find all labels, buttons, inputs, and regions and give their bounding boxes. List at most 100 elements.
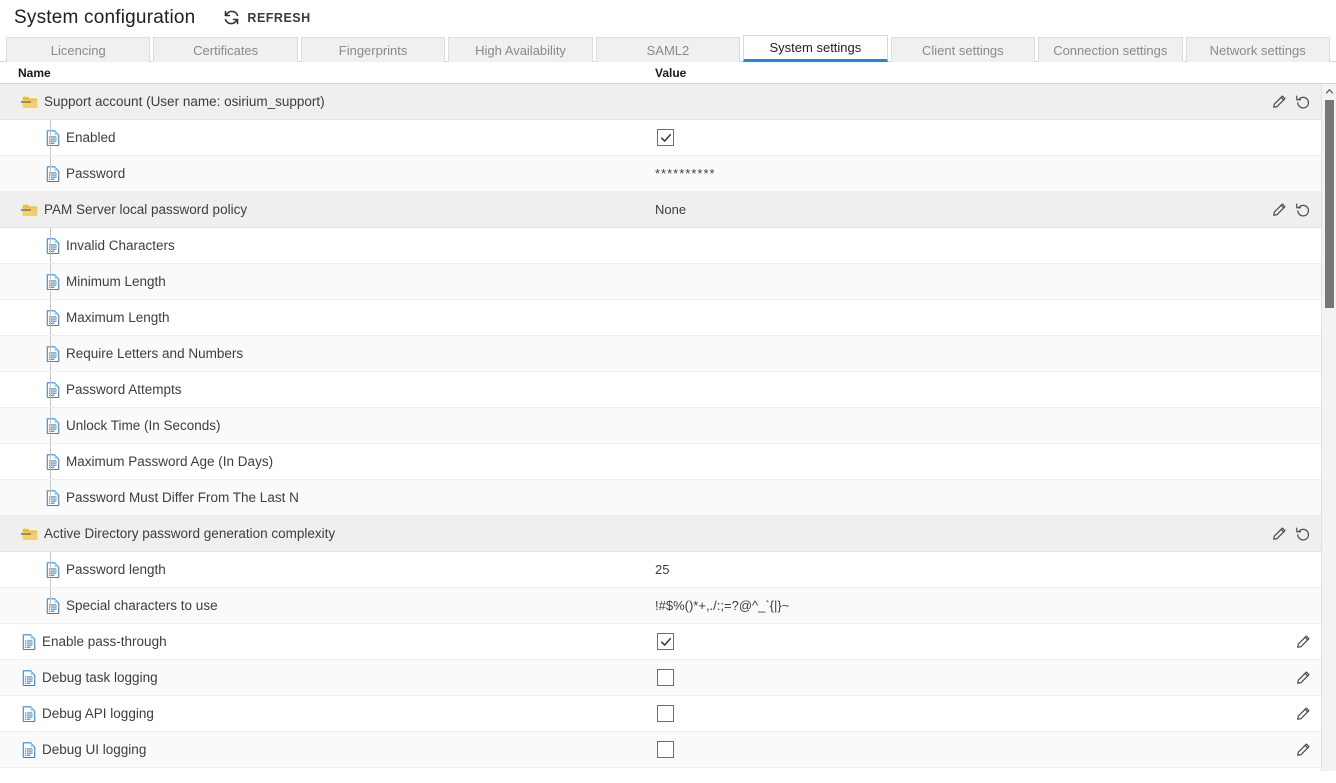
tree-group-row[interactable]: Support account (User name: osirium_supp… (0, 84, 1321, 120)
row-value-cell[interactable] (655, 228, 1261, 263)
row-value-cell[interactable] (655, 660, 1261, 695)
row-actions (1261, 192, 1321, 227)
row-name-cell: Debug API logging (0, 696, 655, 731)
value-checkbox[interactable] (657, 705, 674, 722)
tree-row[interactable]: Enabled (0, 120, 1321, 156)
row-name-cell: Active Directory password generation com… (0, 516, 655, 551)
row-actions (1261, 588, 1321, 623)
row-value-cell[interactable] (655, 120, 1261, 155)
collapse-expander-icon[interactable] (21, 205, 31, 215)
row-value-cell[interactable]: ********** (655, 156, 1261, 191)
row-value-cell[interactable]: None (655, 192, 1261, 227)
tree-row[interactable]: Minimum Length (0, 264, 1321, 300)
edit-icon[interactable] (1271, 526, 1287, 542)
tree-row[interactable]: Enable pass-through (0, 624, 1321, 660)
row-value-cell[interactable]: !#$%()*+,./:;=?@^_`{|}~ (655, 588, 1261, 623)
tree-row[interactable]: Password length 25 (0, 552, 1321, 588)
collapse-expander-icon[interactable] (21, 529, 31, 539)
value-checkbox[interactable] (657, 669, 674, 686)
reset-icon[interactable] (1295, 202, 1311, 218)
row-label: Maximum Password Age (In Days) (66, 454, 274, 469)
tab-fingerprints[interactable]: Fingerprints (300, 37, 446, 62)
tree-row[interactable]: Password Attempts (0, 372, 1321, 408)
edit-icon[interactable] (1271, 94, 1287, 110)
edit-icon[interactable] (1295, 670, 1311, 686)
reset-icon[interactable] (1295, 526, 1311, 542)
row-label: Debug UI logging (42, 742, 147, 757)
edit-icon[interactable] (1295, 706, 1311, 722)
tree-row[interactable]: Invalid Characters (0, 228, 1321, 264)
tree-group-row[interactable]: Active Directory password generation com… (0, 516, 1321, 552)
reset-icon[interactable] (1295, 94, 1311, 110)
edit-icon[interactable] (1271, 202, 1287, 218)
edit-icon[interactable] (1295, 742, 1311, 758)
tree-connector-line (50, 173, 59, 175)
tree-row[interactable]: Maximum Password Age (In Days) (0, 444, 1321, 480)
tree-row[interactable]: Debug API logging (0, 696, 1321, 732)
row-value-cell[interactable] (655, 516, 1261, 551)
tree-row[interactable]: Password Must Differ From The Last N (0, 480, 1321, 516)
value-checkbox[interactable] (657, 741, 674, 758)
vertical-scrollbar[interactable] (1321, 84, 1336, 771)
vertical-scroll-thumb[interactable] (1325, 100, 1334, 308)
tab-licencing[interactable]: Licencing (6, 37, 151, 62)
row-value-cell[interactable] (655, 624, 1261, 659)
column-header-name[interactable]: Name (0, 66, 655, 80)
tree-row[interactable]: Debug UI logging (0, 732, 1321, 768)
column-header-value[interactable]: Value (655, 66, 1336, 80)
tree-row[interactable]: Require Letters and Numbers (0, 336, 1321, 372)
row-value-cell[interactable] (655, 444, 1261, 479)
row-name-cell: Invalid Characters (0, 228, 655, 263)
scroll-up-button[interactable] (1322, 84, 1336, 98)
tree-connector-line (50, 281, 59, 283)
row-value-cell[interactable]: 25 (655, 552, 1261, 587)
collapse-expander-icon[interactable] (21, 97, 31, 107)
tree-row[interactable]: Debug task logging (0, 660, 1321, 696)
row-label: Password Attempts (66, 382, 182, 397)
tree-connector-line (50, 137, 59, 139)
tree-branch-line (50, 588, 51, 606)
page-title: System configuration (14, 6, 196, 28)
row-actions (1261, 120, 1321, 155)
tab-strip: Licencing Certificates Fingerprints High Av… (0, 35, 1336, 62)
tree-row[interactable]: Maximum Length (0, 300, 1321, 336)
tree-group-row[interactable]: PAM Server local password policy None (0, 192, 1321, 228)
row-label: Password (66, 166, 126, 181)
tab-client-settings[interactable]: Client settings (890, 37, 1036, 62)
grid-header-row: Name Value (0, 62, 1336, 84)
row-value-cell[interactable] (655, 372, 1261, 407)
row-value-cell[interactable] (655, 84, 1261, 119)
row-actions (1261, 444, 1321, 479)
edit-icon[interactable] (1295, 634, 1311, 650)
row-label: Minimum Length (66, 274, 166, 289)
tree-connector-line (50, 317, 59, 319)
row-value-cell[interactable] (655, 336, 1261, 371)
row-value-cell[interactable] (655, 696, 1261, 731)
value-checkbox[interactable] (657, 129, 674, 146)
refresh-button[interactable]: REFRESH (223, 9, 310, 26)
tab-connection-settings[interactable]: Connection settings (1038, 37, 1183, 62)
row-value-cell[interactable] (655, 300, 1261, 335)
row-value-cell[interactable] (655, 264, 1261, 299)
value-checkbox[interactable] (657, 633, 674, 650)
tab-high-availability[interactable]: High Availability (448, 37, 593, 62)
row-value-cell[interactable] (655, 408, 1261, 443)
row-value-cell[interactable] (655, 732, 1261, 767)
tab-saml2[interactable]: SAML2 (595, 37, 741, 62)
tab-network-settings[interactable]: Network settings (1185, 37, 1330, 62)
tab-system-settings[interactable]: System settings (743, 35, 888, 62)
tree-row[interactable]: Password ********** (0, 156, 1321, 192)
tree-row[interactable]: Unlock Time (In Seconds) (0, 408, 1321, 444)
row-actions (1261, 480, 1321, 515)
tab-certificates[interactable]: Certificates (153, 37, 298, 62)
row-name-cell: Maximum Password Age (In Days) (0, 444, 655, 479)
tree-row[interactable]: Special characters to use !#$%()*+,./:;=?… (0, 588, 1321, 624)
tree-connector-line (26, 641, 35, 643)
row-value-cell[interactable] (655, 480, 1261, 515)
